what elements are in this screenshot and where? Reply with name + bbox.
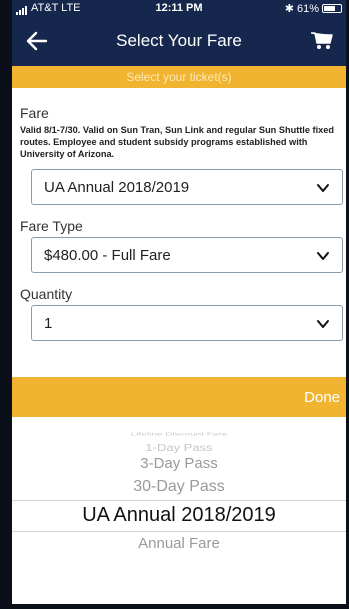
page-title: Select Your Fare (116, 31, 242, 50)
battery-status: ✱ 61% (285, 2, 342, 15)
picker-option[interactable]: 1-Day Pass (12, 442, 346, 453)
picker-selection-divider (12, 500, 346, 501)
picker-option[interactable]: 3-Day Pass (12, 455, 346, 472)
fare-select[interactable]: UA Annual 2018/2019 (31, 169, 343, 205)
picker-option[interactable]: Annual Fare (12, 535, 346, 552)
fare-picker-wheel[interactable]: Lifeline Discount Fare 1-Day Pass 3-Day … (12, 417, 346, 604)
bluetooth-icon: ✱ (284, 3, 294, 15)
app-screen: AT&T LTE 12:11 PM ✱ 61% Select Your Fare… (0, 0, 349, 609)
select-tickets-banner: Select your ticket(s) (12, 66, 346, 88)
picker-selected-option[interactable]: UA Annual 2018/2019 (12, 504, 346, 527)
cart-icon[interactable] (310, 28, 336, 54)
done-button[interactable]: Done (304, 389, 340, 406)
fare-type-select-value: $480.00 - Full Fare (44, 247, 171, 264)
picker-toolbar: Done (12, 377, 346, 417)
nav-bar: Select Your Fare (12, 16, 346, 66)
quantity-select-value: 1 (44, 315, 53, 332)
quantity-select[interactable]: 1 (31, 305, 343, 341)
fare-type-select[interactable]: $480.00 - Full Fare (31, 237, 343, 273)
fare-select-value: UA Annual 2018/2019 (44, 179, 190, 196)
picker-option[interactable]: Lifeline Discount Fare (12, 432, 346, 437)
chevron-down-icon (317, 320, 329, 328)
battery-icon (322, 4, 342, 13)
battery-percent: 61% (296, 3, 319, 15)
picker-selection-divider (12, 531, 346, 532)
quantity-label: Quantity (20, 286, 73, 302)
device-bezel (0, 0, 12, 609)
device-bezel (0, 604, 349, 609)
fare-description: Valid 8/1-7/30. Valid on Sun Tran, Sun L… (20, 125, 334, 159)
fare-type-label: Fare Type (20, 218, 83, 234)
fare-label: Fare (20, 105, 49, 121)
chevron-down-icon (317, 184, 329, 192)
status-bar: AT&T LTE 12:11 PM ✱ 61% (12, 0, 346, 16)
picker-option[interactable]: 30-Day Pass (12, 478, 346, 496)
chevron-down-icon (317, 252, 329, 260)
